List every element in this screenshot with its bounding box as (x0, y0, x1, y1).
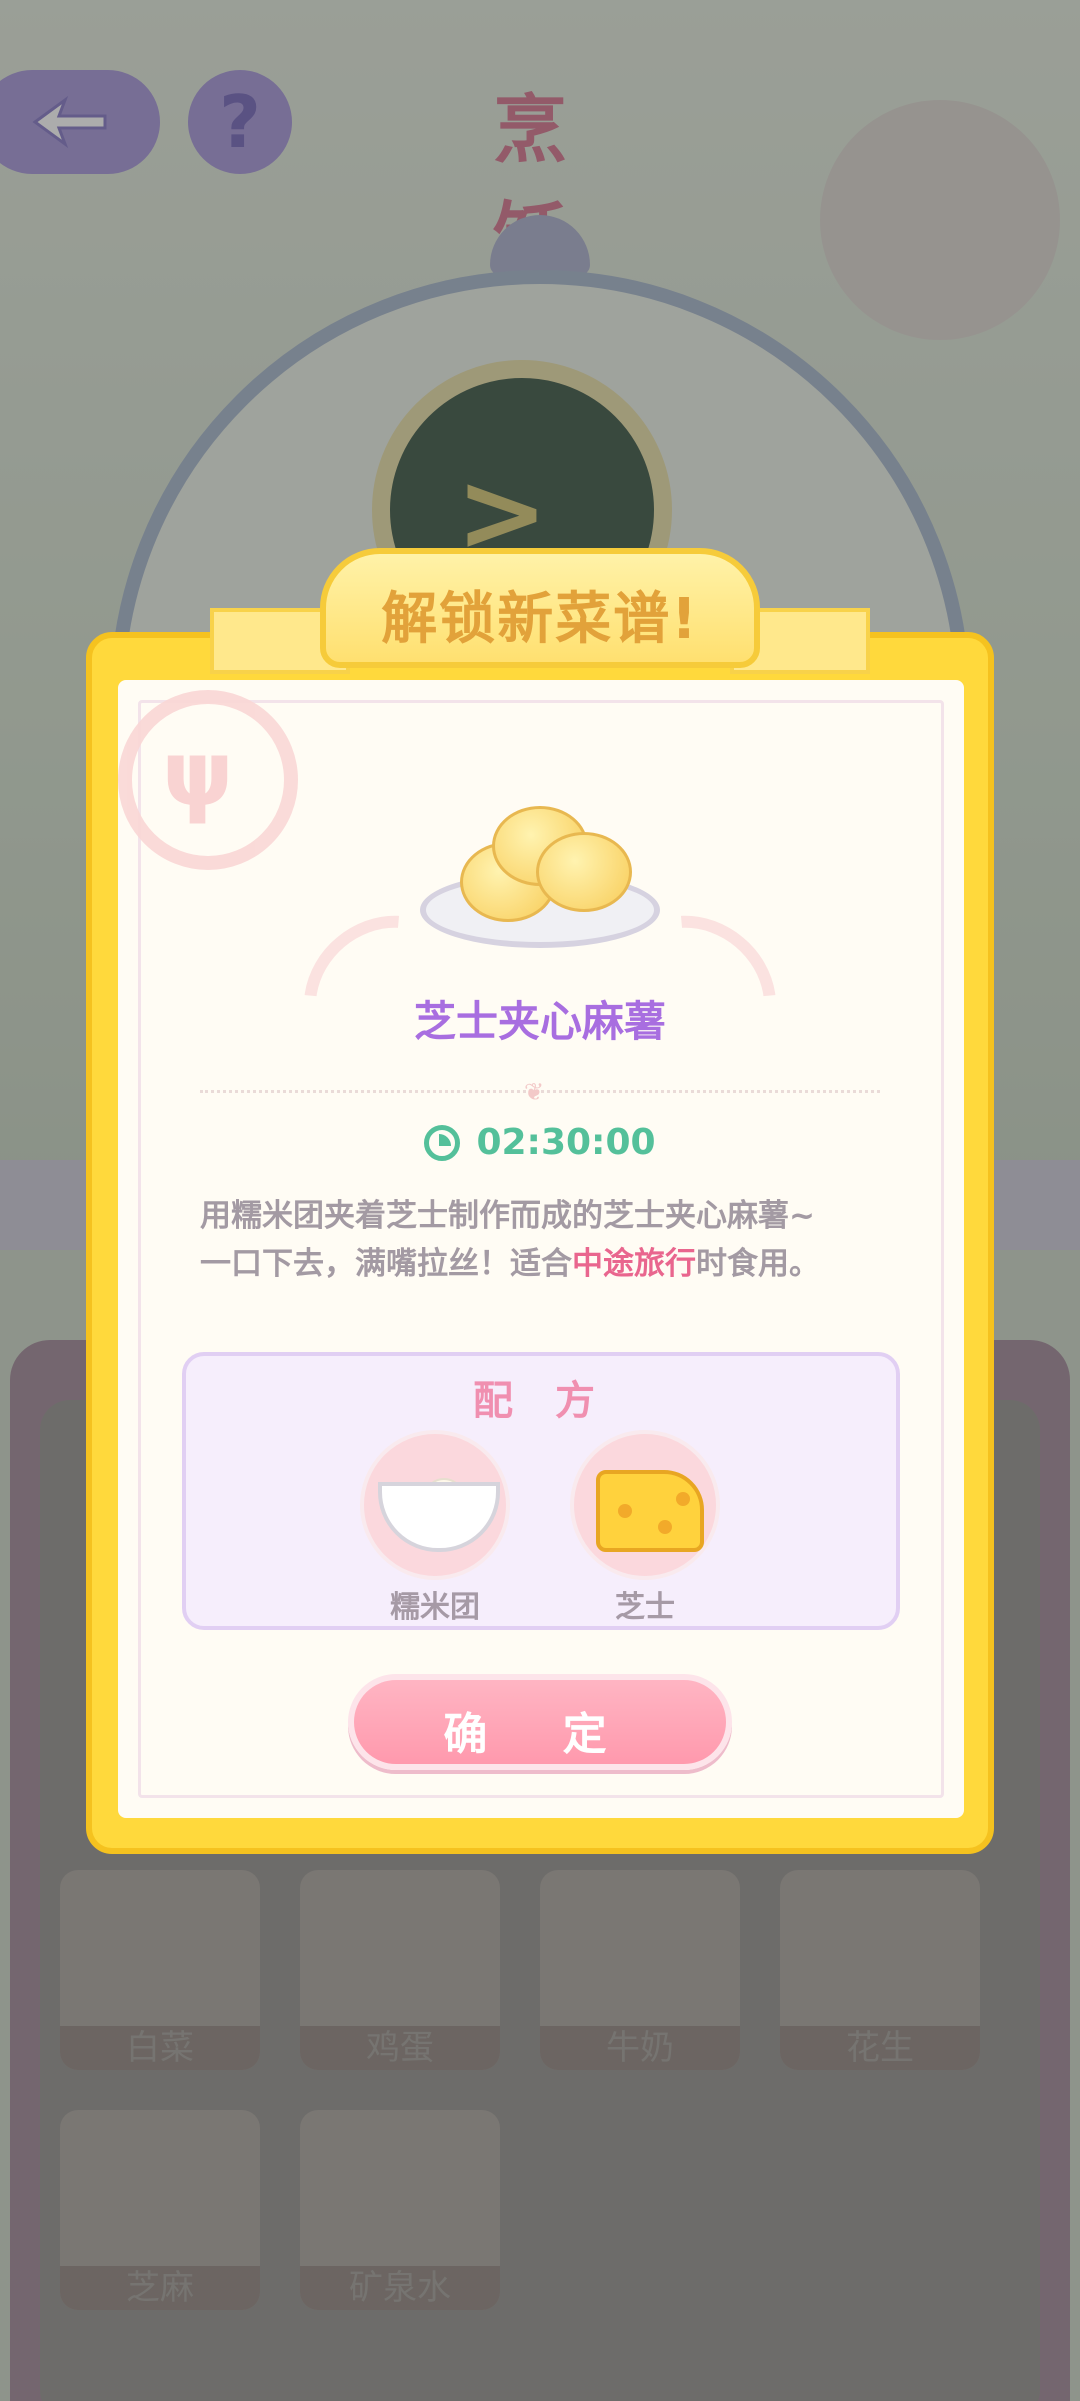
rice-ball-bowl-icon (360, 1430, 510, 1580)
cook-time-value: 02:30:00 (476, 1122, 656, 1163)
clock-icon (424, 1124, 461, 1161)
dish-description: 用糯米团夹着芝士制作而成的芝士夹心麻薯~ 一口下去，满嘴拉丝！适合中途旅行时食用… (200, 1192, 900, 1288)
description-highlight: 中途旅行 (572, 1246, 696, 1282)
fork-knife-stamp-icon: ψ (118, 690, 298, 870)
banner-title: 解锁新菜谱! (381, 587, 699, 652)
banner-ribbon: 解锁新菜谱! (210, 548, 870, 674)
recipe-title: 配 方 (473, 1378, 609, 1424)
cook-time: 02:30:00 (0, 1122, 1080, 1163)
mochi-icon (536, 832, 632, 912)
cheese-icon (570, 1430, 720, 1580)
ribbon-body: 解锁新菜谱! (320, 548, 760, 668)
recipe-panel: 配 方 糯米团 芝士 (182, 1352, 900, 1630)
description-line-2: 一口下去，满嘴拉丝！适合中途旅行时食用。 (200, 1246, 820, 1282)
recipe-item: 芝士 (570, 1430, 720, 1626)
recipe-item: 糯米团 (360, 1430, 510, 1626)
bow-icon: ❦ (524, 1078, 545, 1106)
confirm-button[interactable]: 确 定 (348, 1674, 732, 1770)
confirm-label: 确 定 (443, 1709, 637, 1760)
description-line-1: 用糯米团夹着芝士制作而成的芝士夹心麻薯~ (200, 1198, 815, 1234)
dish-image (420, 802, 660, 952)
recipe-item-label: 糯米团 (390, 1590, 480, 1625)
dish-name: 芝士夹心麻薯 (413, 997, 666, 1046)
recipe-item-label: 芝士 (615, 1590, 675, 1625)
